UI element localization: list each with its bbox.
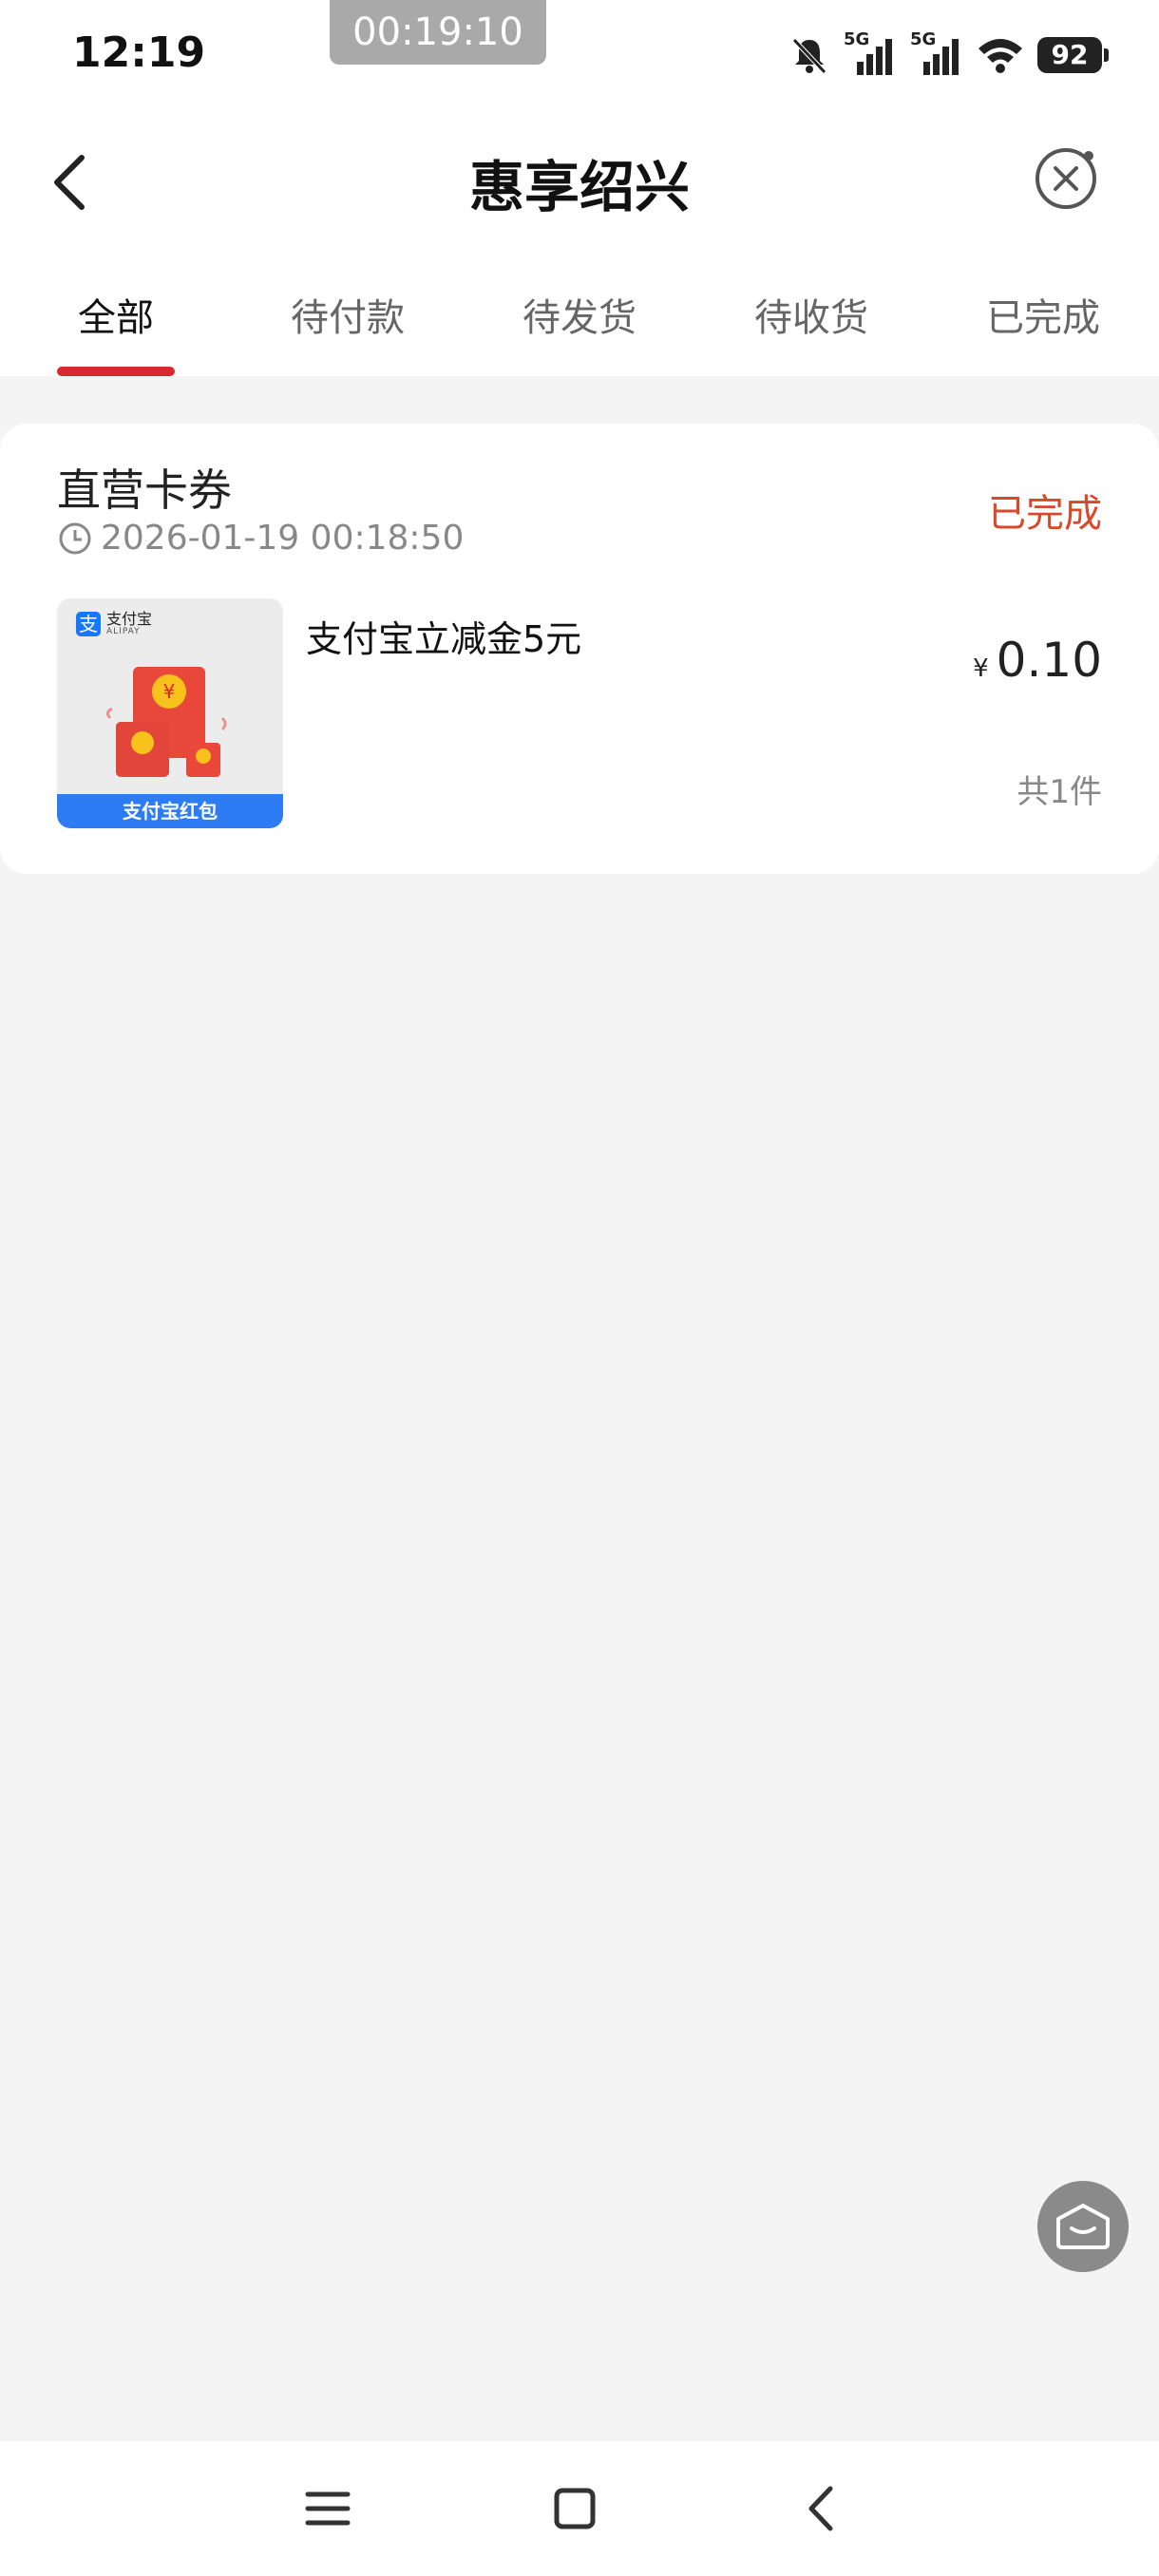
red-envelope-icon: ¥ (105, 667, 227, 777)
status-bar: 12:19 00:19:10 5G 5G 92 (0, 0, 1159, 104)
shop-name: 直营卡券 (57, 464, 232, 516)
order-status-badge: 已完成 (988, 492, 1102, 536)
order-time: 2026-01-19 00:18:50 (57, 519, 464, 558)
tab-pending-payment[interactable]: 待付款 (232, 256, 464, 376)
currency-symbol: ¥ (973, 654, 989, 683)
item-quantity: 共1件 (1016, 773, 1102, 811)
order-time-value: 2026-01-19 00:18:50 (101, 519, 465, 558)
tab-pending-shipment[interactable]: 待发货 (464, 256, 695, 376)
app-header: 惠享绍兴 (0, 104, 1159, 256)
home-hat-icon (1056, 2204, 1110, 2249)
back-nav-icon[interactable] (788, 2475, 855, 2542)
signal-icon: 5G (844, 29, 897, 77)
tab-all[interactable]: 全部 (0, 256, 232, 376)
clock-icon (59, 522, 91, 554)
screen-recorder-timer[interactable]: 00:19:10 (330, 0, 546, 65)
product-name[interactable]: 支付宝立减金5元 (306, 610, 581, 662)
system-nav-bar (0, 2441, 1159, 2576)
signal-icon: 5G (910, 29, 963, 77)
battery-indicator: 92 (1037, 37, 1109, 73)
bell-muted-icon (792, 38, 826, 74)
thumbnail-caption: 支付宝红包 (57, 794, 283, 828)
product-thumbnail[interactable]: 支 支付宝 ALIPAY ¥ 支付宝红包 (57, 598, 283, 828)
menu-icon[interactable] (294, 2475, 361, 2542)
status-icons: 5G 5G 92 (788, 27, 1109, 84)
home-square-icon[interactable] (542, 2475, 608, 2542)
price-value: 0.10 (996, 633, 1102, 688)
product-price: ¥ 0.10 (973, 633, 1102, 688)
home-float-button[interactable] (1037, 2181, 1129, 2272)
tab-completed[interactable]: 已完成 (927, 256, 1159, 376)
close-circle-icon[interactable] (1030, 142, 1102, 215)
status-time: 12:19 (72, 28, 206, 77)
tab-pending-receipt[interactable]: 待收货 (695, 256, 927, 376)
order-tabs: 全部 待付款 待发货 待收货 已完成 (0, 256, 1159, 376)
alipay-logo-text: 支付宝 (106, 610, 153, 628)
order-card[interactable]: 直营卡券 2026-01-19 00:18:50 已完成 支 支付宝 ALIPA… (0, 424, 1159, 874)
svg-text:¥: ¥ (163, 680, 176, 703)
page-title: 惠享绍兴 (468, 155, 690, 219)
wifi-icon (978, 39, 1022, 73)
